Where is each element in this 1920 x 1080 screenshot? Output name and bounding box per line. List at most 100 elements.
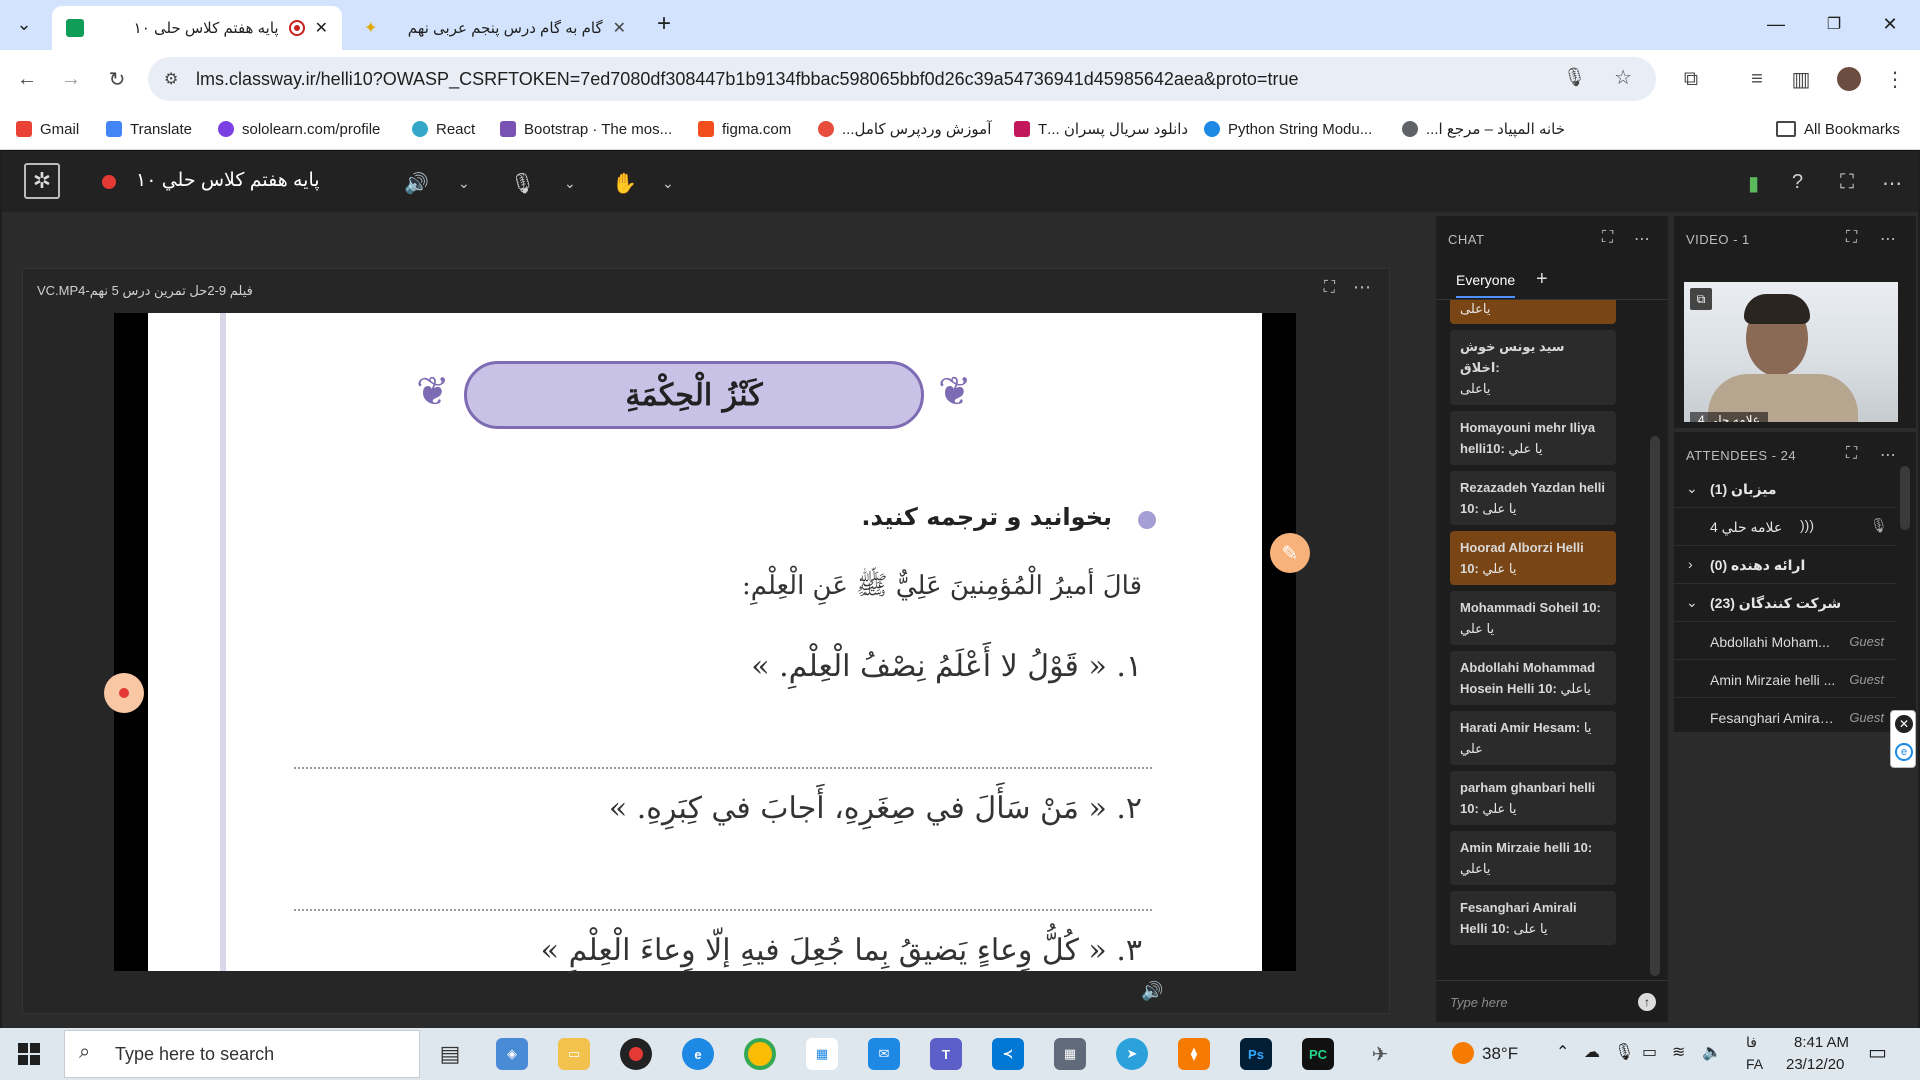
windows-start-icon[interactable] [18, 1043, 40, 1065]
microphone-icon[interactable]: 🎙 [510, 171, 535, 196]
bookmark-wordpress[interactable]: آموزش وردپرس کامل... [818, 118, 991, 140]
webcam-feed[interactable]: ⧉ علامه حلي 4 [1684, 282, 1898, 422]
tab-inactive[interactable]: ✦ گام به گام درس پنجم عربی نهم ✕ [350, 6, 640, 50]
attendee-row[interactable]: Fesanghari Amirali... Guest [1674, 698, 1896, 736]
restore-icon[interactable]: ❐ [1820, 10, 1848, 38]
telegram-icon[interactable]: ➤ [1116, 1038, 1148, 1070]
all-bookmarks-button[interactable]: All Bookmarks [1776, 118, 1900, 140]
widget-e-icon[interactable]: e [1895, 743, 1913, 761]
camera-toggle-icon[interactable]: ⧉ [1690, 288, 1712, 310]
app-logo-icon[interactable]: ✲ [24, 163, 60, 199]
host-group[interactable]: ⌄ میزبان (1) [1674, 470, 1896, 508]
app-menu-icon[interactable]: ⋯ [1882, 171, 1902, 196]
store-icon[interactable]: ▦ [806, 1038, 838, 1070]
wifi-icon[interactable]: ≋ [1672, 1042, 1685, 1062]
maximize-pod-icon[interactable]: ⛶ [1602, 229, 1613, 247]
send-icon[interactable]: ↑ [1638, 993, 1656, 1011]
teams-icon[interactable]: T [930, 1038, 962, 1070]
volume-icon[interactable]: 🔈 [1702, 1042, 1722, 1062]
raise-hand-icon[interactable]: ✋ [612, 171, 637, 196]
notifications-icon[interactable]: ▭ [1868, 1040, 1887, 1065]
attendee-row[interactable]: Abdollahi Moham... Guest [1674, 622, 1896, 660]
back-icon[interactable]: ← [12, 64, 42, 94]
speaker-dropdown-icon[interactable]: ⌄ [458, 175, 470, 192]
close-tab-icon[interactable]: ✕ [315, 18, 328, 38]
cloud-icon[interactable]: ☁ [1584, 1042, 1600, 1062]
chrome-menu-icon[interactable]: ⋮ [1880, 64, 1910, 94]
profile-avatar[interactable] [1834, 64, 1864, 94]
mail-icon[interactable]: ✉ [868, 1038, 900, 1070]
pod-menu-icon[interactable]: ⋯ [1880, 229, 1896, 249]
chrome-icon[interactable] [744, 1038, 776, 1070]
recorder-icon[interactable] [620, 1038, 652, 1070]
tray-microphone-icon[interactable]: 🎙 [1614, 1042, 1634, 1062]
weather-icon[interactable] [1452, 1042, 1474, 1064]
status-dropdown-icon[interactable]: ⌄ [662, 175, 674, 192]
bookmark-react[interactable]: React [412, 118, 475, 140]
taskbar-search[interactable]: ⌕ Type here to search [64, 1030, 420, 1078]
weather-temp[interactable]: 38°F [1482, 1044, 1518, 1064]
pod-menu-icon[interactable]: ⋯ [1353, 277, 1371, 298]
pycharm-icon[interactable]: PC [1302, 1038, 1334, 1070]
presenter-group[interactable]: › ارائه دهنده (0) [1674, 546, 1896, 584]
bookmark-python[interactable]: Python String Modu... [1204, 118, 1372, 140]
fullscreen-icon[interactable]: ⛶ [1840, 171, 1854, 194]
microphone-dropdown-icon[interactable]: ⌄ [564, 175, 576, 192]
edge-icon[interactable]: e [682, 1038, 714, 1070]
site-info-icon[interactable]: ⚙ [164, 69, 178, 89]
volume-icon[interactable]: 🔊 [1141, 981, 1163, 1002]
side-panel-icon[interactable]: ▥ [1786, 64, 1816, 94]
bookmark-star-icon[interactable]: ☆ [1614, 65, 1632, 90]
reload-icon[interactable]: ↻ [102, 64, 132, 94]
close-tab-icon[interactable]: ✕ [613, 18, 626, 38]
help-icon[interactable]: ? [1792, 171, 1803, 194]
connection-strength-icon[interactable]: ▮ [1748, 171, 1759, 196]
tab-active[interactable]: پایه هفتم کلاس حلی ۱۰ ✕ [52, 6, 342, 50]
bookmark-olympiad[interactable]: خانه المپیاد – مرجع ا... [1402, 118, 1565, 140]
maximize-pod-icon[interactable]: ⛶ [1324, 279, 1335, 297]
participant-group[interactable]: ⌄ شرکت کنندگان (23) [1674, 584, 1896, 622]
battery-icon[interactable]: ▭ [1642, 1042, 1657, 1062]
clock-time[interactable]: 8:41 AM [1794, 1034, 1849, 1051]
app-icon-network[interactable]: ✈ [1364, 1038, 1396, 1070]
bookmark-bootstrap[interactable]: Bootstrap · The mos... [500, 118, 672, 140]
app-icon-pinned[interactable]: ◈ [496, 1038, 528, 1070]
chat-scrollbar[interactable] [1650, 436, 1660, 976]
media-controls-icon[interactable]: ≡ [1742, 64, 1772, 94]
bookmark-gmail[interactable]: Gmail [16, 118, 79, 140]
maximize-pod-icon[interactable]: ⛶ [1846, 445, 1857, 463]
file-explorer-icon[interactable]: ▭ [558, 1038, 590, 1070]
bookmark-translate[interactable]: Translate [106, 118, 192, 140]
bookmark-figma[interactable]: figma.com [698, 118, 791, 140]
vscode-icon[interactable]: ≺ [992, 1038, 1024, 1070]
extensions-icon[interactable]: ⧉ [1676, 64, 1706, 94]
photoshop-icon[interactable]: Ps [1240, 1038, 1272, 1070]
attendee-row[interactable]: Amin Mirzaie helli ... Guest [1674, 660, 1896, 698]
close-window-icon[interactable]: ✕ [1876, 10, 1904, 38]
tray-chevron-icon[interactable]: ⌃ [1556, 1042, 1569, 1062]
language-bottom[interactable]: FA [1746, 1056, 1763, 1072]
add-chat-tab-icon[interactable]: + [1536, 268, 1548, 291]
speaker-icon[interactable]: 🔊 [404, 171, 429, 196]
chat-input[interactable]: Type here ↑ [1436, 980, 1668, 1022]
task-view-icon[interactable]: ▤ [434, 1038, 466, 1070]
new-tab-button[interactable]: + [650, 10, 678, 38]
tab-search-button[interactable]: ⌄ [10, 10, 38, 38]
maximize-pod-icon[interactable]: ⛶ [1846, 229, 1857, 247]
app-icon-orange[interactable]: ⧫ [1178, 1038, 1210, 1070]
bookmark-series[interactable]: دانلود سریال پسران ...T [1014, 118, 1188, 140]
minimize-icon[interactable]: — [1762, 10, 1790, 38]
close-widget-icon[interactable]: ✕ [1895, 715, 1913, 733]
clock-date[interactable]: 23/12/20 [1786, 1056, 1844, 1073]
calculator-icon[interactable]: ▦ [1054, 1038, 1086, 1070]
side-widget[interactable]: ✕ e [1890, 710, 1916, 768]
address-bar[interactable]: ⚙ lms.classway.ir/helli10?OWASP_CSRFTOKE… [148, 57, 1656, 101]
pod-menu-icon[interactable]: ⋯ [1880, 445, 1896, 465]
pod-menu-icon[interactable]: ⋯ [1634, 229, 1650, 249]
microphone-icon[interactable]: 🎙 [1563, 67, 1586, 88]
forward-icon[interactable]: → [56, 64, 86, 94]
tab-everyone[interactable]: Everyone [1456, 272, 1516, 298]
bookmark-sololearn[interactable]: sololearn.com/profile [218, 118, 380, 140]
attendees-scrollbar[interactable] [1900, 466, 1910, 530]
language-top[interactable]: فا [1746, 1034, 1757, 1051]
